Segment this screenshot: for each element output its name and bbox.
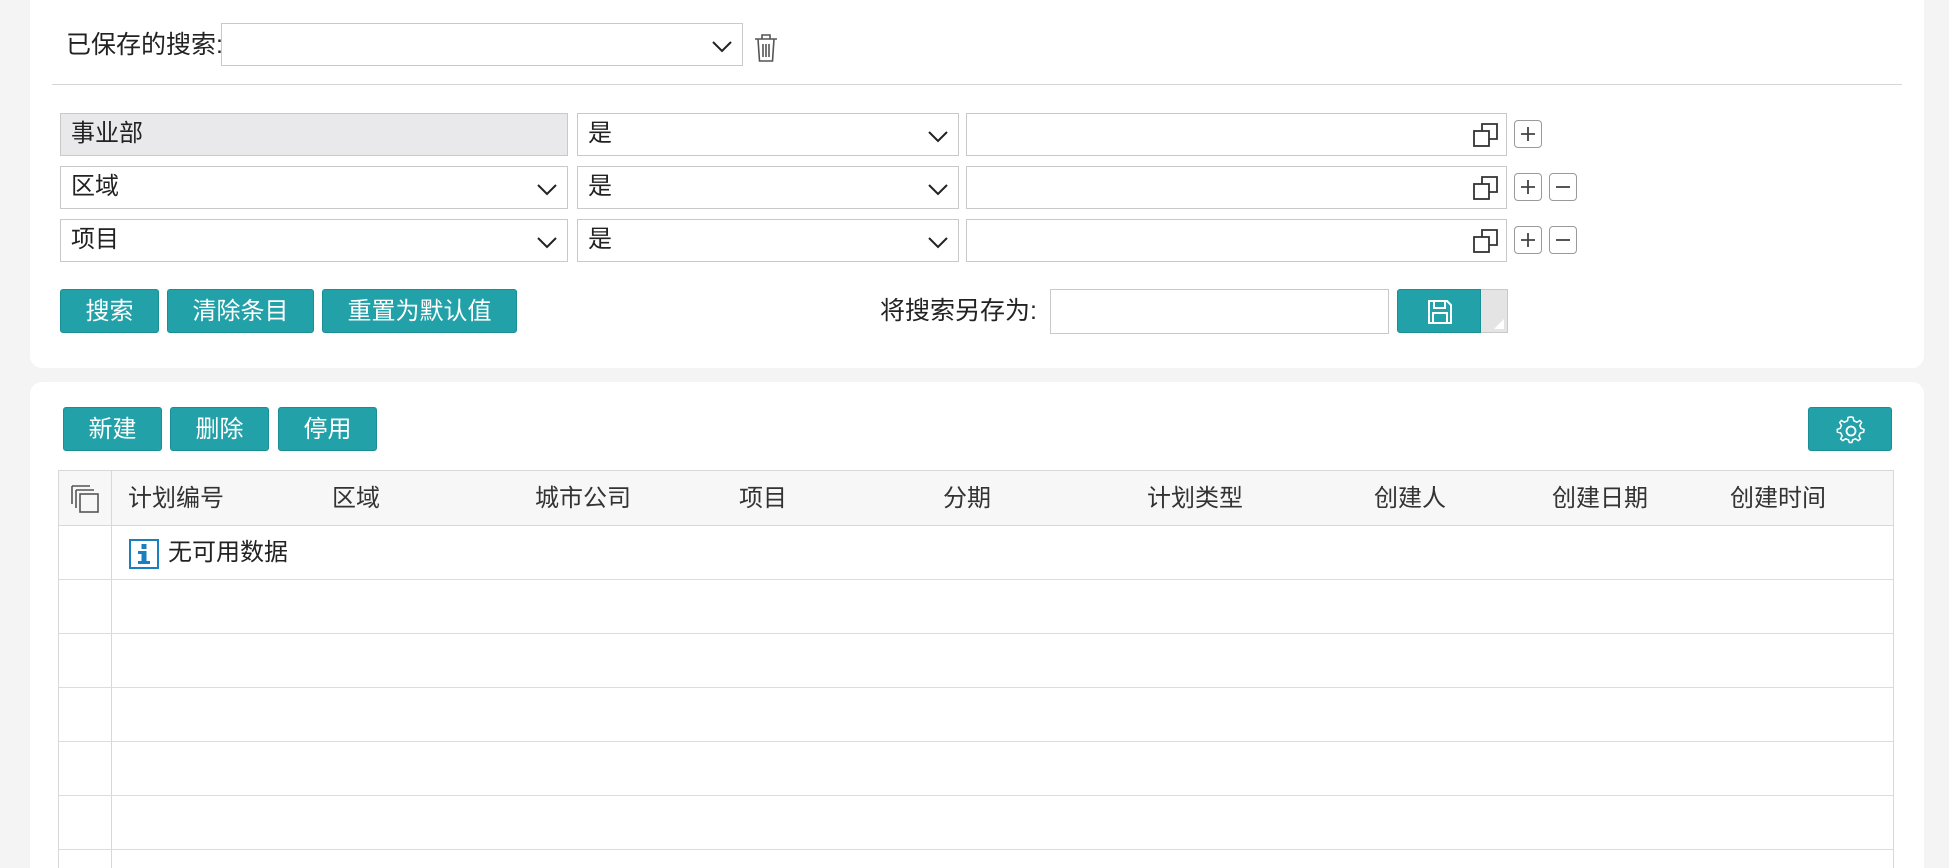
filter-field-value: 事业部 (71, 120, 143, 147)
add-filter-button-3[interactable] (1514, 226, 1542, 254)
saved-search-label: 已保存的搜索: (66, 31, 223, 59)
row-check-cell (59, 526, 112, 579)
table-row (59, 850, 1893, 868)
filter-field-value: 项目 (71, 226, 119, 253)
settings-button[interactable] (1808, 407, 1892, 451)
filter-field-select-3[interactable]: 项目 (60, 219, 568, 262)
filter-value-input-2[interactable] (966, 166, 1507, 209)
filter-field-value: 区域 (71, 173, 119, 200)
plus-icon (1521, 127, 1535, 141)
minus-icon (1556, 186, 1570, 188)
column-header-city-company[interactable]: 城市公司 (535, 487, 631, 511)
column-header-plan-type[interactable]: 计划类型 (1147, 487, 1243, 511)
plans-table: 计划编号 区域 城市公司 项目 分期 计划类型 创建人 创建日期 创建时间 无可… (58, 470, 1894, 868)
column-header-phase[interactable]: 分期 (943, 487, 991, 511)
row-check-cell (59, 580, 112, 633)
empty-data-row: 无可用数据 (59, 526, 1893, 580)
chevron-down-icon (537, 184, 557, 196)
reset-default-button[interactable]: 重置为默认值 (322, 289, 517, 333)
corner-arrow-icon (1494, 319, 1504, 329)
delete-button[interactable]: 删除 (170, 407, 269, 451)
filter-operator-select-3[interactable]: 是 (577, 219, 959, 262)
value-help-icon[interactable] (1472, 227, 1500, 255)
trash-icon[interactable] (753, 33, 779, 63)
table-row (59, 796, 1893, 850)
chevron-down-icon (928, 131, 948, 143)
chevron-down-icon (537, 237, 557, 249)
info-icon (129, 539, 159, 569)
chevron-down-icon (712, 41, 732, 53)
table-row (59, 634, 1893, 688)
filter-operator-value: 是 (588, 173, 612, 200)
add-filter-button-2[interactable] (1514, 173, 1542, 201)
search-button[interactable]: 搜索 (60, 289, 159, 333)
divider (52, 84, 1902, 85)
filter-field-select-1: 事业部 (60, 113, 568, 156)
floppy-disk-icon (1428, 300, 1452, 324)
column-header-project[interactable]: 项目 (739, 487, 787, 511)
value-help-icon[interactable] (1472, 121, 1500, 149)
save-search-name-input[interactable] (1050, 289, 1389, 334)
table-header: 计划编号 区域 城市公司 项目 分期 计划类型 创建人 创建日期 创建时间 (59, 471, 1893, 526)
list-panel: 新建 删除 停用 计划编号 区域 城市公司 项目 分期 计划类型 创建人 创建日… (30, 382, 1924, 868)
remove-filter-button-2[interactable] (1549, 173, 1577, 201)
column-header-create-time[interactable]: 创建时间 (1730, 487, 1826, 511)
filter-operator-value: 是 (588, 120, 612, 147)
column-header-plan-number[interactable]: 计划编号 (128, 487, 224, 511)
select-all-cell[interactable] (59, 471, 112, 525)
search-panel: 已保存的搜索: 事业部 是 区域 是 项目 是 搜索 清除条目 重置为默认值 将… (30, 0, 1924, 368)
filter-value-input-1[interactable] (966, 113, 1507, 156)
chevron-down-icon (928, 237, 948, 249)
row-check-cell (59, 850, 112, 868)
column-header-creator[interactable]: 创建人 (1374, 487, 1446, 511)
saved-search-select[interactable] (221, 23, 743, 66)
remove-filter-button-3[interactable] (1549, 226, 1577, 254)
row-check-cell (59, 634, 112, 687)
row-check-cell (59, 688, 112, 741)
filter-operator-value: 是 (588, 226, 612, 253)
filter-field-select-2[interactable]: 区域 (60, 166, 568, 209)
column-header-region[interactable]: 区域 (332, 487, 380, 511)
add-filter-button-1[interactable] (1514, 120, 1542, 148)
disable-button[interactable]: 停用 (278, 407, 377, 451)
column-header-create-date[interactable]: 创建日期 (1552, 487, 1648, 511)
plus-icon (1521, 233, 1535, 247)
chevron-down-icon (928, 184, 948, 196)
clear-conditions-button[interactable]: 清除条目 (167, 289, 314, 333)
minus-icon (1556, 239, 1570, 241)
plus-icon (1521, 180, 1535, 194)
save-options-dropdown[interactable] (1481, 289, 1508, 333)
filter-operator-select-2[interactable]: 是 (577, 166, 959, 209)
new-button[interactable]: 新建 (63, 407, 162, 451)
filter-value-input-3[interactable] (966, 219, 1507, 262)
row-check-cell (59, 742, 112, 795)
table-row (59, 688, 1893, 742)
save-search-as-label: 将搜索另存为: (880, 297, 1037, 325)
select-all-icon (71, 485, 99, 513)
filter-operator-select-1[interactable]: 是 (577, 113, 959, 156)
table-row (59, 742, 1893, 796)
no-data-message: 无可用数据 (168, 539, 288, 566)
table-row (59, 580, 1893, 634)
value-help-icon[interactable] (1472, 174, 1500, 202)
save-search-button[interactable] (1397, 289, 1481, 333)
gear-icon (1836, 416, 1865, 444)
row-check-cell (59, 796, 112, 849)
